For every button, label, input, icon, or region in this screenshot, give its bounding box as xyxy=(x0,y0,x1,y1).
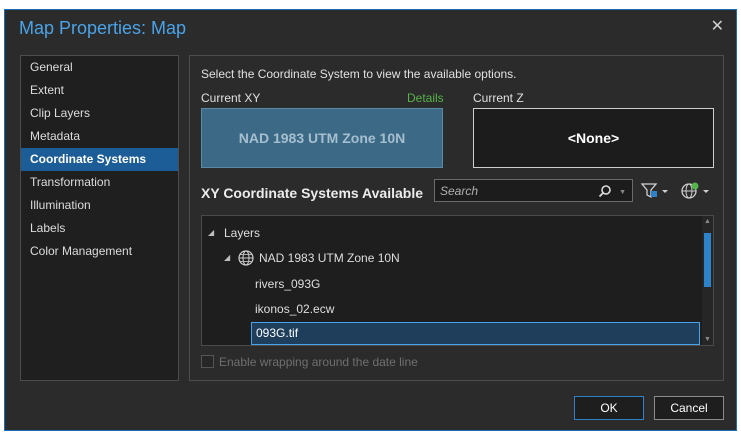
available-heading: XY Coordinate Systems Available xyxy=(201,185,424,201)
expand-triangle-icon[interactable]: ◢ xyxy=(224,247,230,269)
search-placeholder: Search xyxy=(440,184,479,198)
search-icon[interactable] xyxy=(598,184,612,201)
tree-node-label: Layers xyxy=(224,226,261,240)
close-icon[interactable]: ✕ xyxy=(711,18,724,36)
expand-triangle-icon[interactable]: ◢ xyxy=(208,222,214,244)
sidebar-item-coordinate-systems[interactable]: Coordinate Systems xyxy=(21,148,178,171)
current-z-value: <None> xyxy=(567,130,620,146)
current-z-box[interactable]: <None> xyxy=(473,108,714,168)
ok-button[interactable]: OK xyxy=(574,396,644,420)
sidebar-nav: General Extent Clip Layers Metadata Coor… xyxy=(20,55,179,381)
title-bar: Map Properties: Map ✕ xyxy=(5,10,736,46)
sidebar-item-clip-layers[interactable]: Clip Layers xyxy=(21,102,178,125)
details-link[interactable]: Details xyxy=(407,91,444,105)
sidebar-item-transformation[interactable]: Transformation xyxy=(21,171,178,194)
current-z-label: Current Z xyxy=(473,91,524,105)
tree-node-layer[interactable]: ikonos_02.ecw xyxy=(255,298,334,320)
wrap-dateline-label: Enable wrapping around the date line xyxy=(219,355,418,369)
tree-node-layer-selected[interactable]: 093G.tif xyxy=(251,322,700,345)
coordinate-systems-panel: Select the Coordinate System to view the… xyxy=(189,55,724,381)
tree-scrollbar[interactable]: ▲ ▼ xyxy=(702,216,713,345)
search-input[interactable]: Search ▼ xyxy=(434,179,633,202)
globe-add-icon xyxy=(681,182,709,199)
sidebar-item-metadata[interactable]: Metadata xyxy=(21,125,178,148)
filter-button[interactable] xyxy=(640,181,672,201)
scroll-down-icon[interactable]: ▼ xyxy=(704,336,711,343)
tree-node-layer[interactable]: rivers_093G xyxy=(255,273,320,295)
cancel-button[interactable]: Cancel xyxy=(654,396,724,420)
globe-icon xyxy=(238,250,254,273)
map-properties-dialog: Map Properties: Map ✕ General Extent Cli… xyxy=(4,9,737,431)
filter-icon xyxy=(640,183,668,199)
scroll-up-icon[interactable]: ▲ xyxy=(704,218,711,225)
wrap-dateline-option[interactable]: Enable wrapping around the date line xyxy=(201,355,418,369)
sidebar-item-general[interactable]: General xyxy=(21,56,178,79)
scroll-thumb[interactable] xyxy=(704,233,711,287)
add-coordinate-system-button[interactable] xyxy=(679,181,713,201)
coordinate-system-tree[interactable]: ◢ Layers ◢ NAD 1983 UTM Zone 10N rivers_… xyxy=(201,215,714,346)
sidebar-item-labels[interactable]: Labels xyxy=(21,217,178,240)
tree-node-label: NAD 1983 UTM Zone 10N xyxy=(259,251,400,265)
sidebar-item-extent[interactable]: Extent xyxy=(21,79,178,102)
current-xy-value: NAD 1983 UTM Zone 10N xyxy=(238,130,406,146)
sidebar-item-color-management[interactable]: Color Management xyxy=(21,240,178,263)
wrap-dateline-checkbox[interactable] xyxy=(201,355,214,368)
search-dropdown-icon[interactable]: ▼ xyxy=(619,189,626,196)
current-xy-box[interactable]: NAD 1983 UTM Zone 10N xyxy=(201,108,443,168)
current-xy-label: Current XY xyxy=(201,91,261,105)
sidebar-item-illumination[interactable]: Illumination xyxy=(21,194,178,217)
dialog-title: Map Properties: Map xyxy=(19,18,187,38)
instruction-text: Select the Coordinate System to view the… xyxy=(201,67,517,81)
